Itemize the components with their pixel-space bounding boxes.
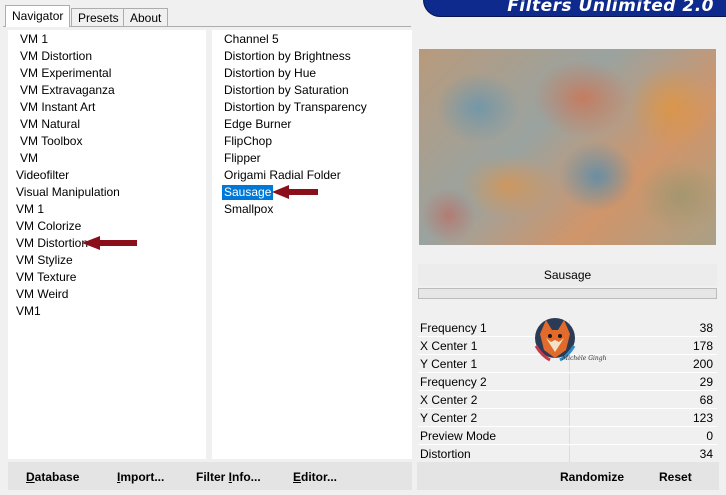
param-slider-tick xyxy=(569,410,570,426)
filter-item[interactable]: Distortion by Saturation xyxy=(222,83,351,98)
tab-about[interactable]: About xyxy=(123,8,169,26)
param-value: 38 xyxy=(699,321,713,335)
param-slider-tick xyxy=(569,374,570,390)
category-item[interactable]: VM Texture xyxy=(14,270,78,285)
category-item[interactable]: VM 1 xyxy=(18,32,50,47)
param-name: Y Center 1 xyxy=(420,357,478,371)
tab-navigator[interactable]: Navigator xyxy=(5,5,71,27)
param-slider-tick xyxy=(569,446,570,462)
category-item[interactable]: VM1 xyxy=(14,304,43,319)
logo-signature: Michèle Gingh xyxy=(562,355,607,362)
param-slider-tick xyxy=(569,428,570,444)
category-item[interactable]: VM Experimental xyxy=(18,66,113,81)
category-item[interactable]: VM Natural xyxy=(18,117,82,132)
param-name: Y Center 2 xyxy=(420,411,478,425)
param-value: 34 xyxy=(699,447,713,461)
param-row[interactable]: X Center 2 68 xyxy=(418,392,717,409)
database-button[interactable]: Database xyxy=(26,470,79,484)
category-item[interactable]: VM Colorize xyxy=(14,219,83,234)
param-value: 123 xyxy=(692,411,713,425)
progress-bar xyxy=(418,288,717,299)
param-name: X Center 2 xyxy=(420,393,478,407)
app-title: Filters Unlimited 2.0 xyxy=(507,0,714,16)
category-item[interactable]: VM Distortion xyxy=(14,236,90,251)
database-button-mnemonic: D xyxy=(26,470,35,484)
category-item[interactable]: Videofilter xyxy=(14,168,71,183)
import-button-label: mport... xyxy=(120,470,165,484)
filter-info-label-end: nfo... xyxy=(232,470,261,484)
param-value: 0 xyxy=(706,429,713,443)
param-value: 200 xyxy=(692,357,713,371)
category-item[interactable]: VM Extravaganza xyxy=(18,83,117,98)
param-value: 68 xyxy=(699,393,713,407)
annotation-arrow-icon xyxy=(82,236,137,250)
param-slider-tick xyxy=(569,392,570,408)
editor-button[interactable]: Editor... xyxy=(293,470,337,484)
param-value: 178 xyxy=(692,339,713,353)
tab-presets[interactable]: Presets xyxy=(71,8,126,26)
filter-item-selected[interactable]: Sausage xyxy=(222,185,274,200)
param-name: Frequency 2 xyxy=(420,375,487,389)
filter-item[interactable]: Distortion by Hue xyxy=(222,66,318,81)
filter-item[interactable]: Smallpox xyxy=(222,202,275,217)
title-banner: Filters Unlimited 2.0 xyxy=(424,0,726,16)
filter-item[interactable]: Channel 5 xyxy=(222,32,281,47)
category-item[interactable]: VM Stylize xyxy=(14,253,75,268)
param-name: X Center 1 xyxy=(420,339,478,353)
editor-button-label: ditor... xyxy=(301,470,338,484)
param-row[interactable]: Distortion 34 xyxy=(418,446,717,463)
category-item[interactable]: VM Toolbox xyxy=(18,134,84,149)
category-item[interactable]: VM Distortion xyxy=(18,49,94,64)
param-row[interactable]: Y Center 2 123 xyxy=(418,410,717,427)
category-item[interactable]: VM Instant Art xyxy=(18,100,97,115)
param-name: Distortion xyxy=(420,447,471,461)
filter-item[interactable]: FlipChop xyxy=(222,134,274,149)
filter-item[interactable]: Flipper xyxy=(222,151,263,166)
filter-item[interactable]: Edge Burner xyxy=(222,117,293,132)
import-button[interactable]: Import... xyxy=(117,470,164,484)
category-item[interactable]: VM 1 xyxy=(14,202,46,217)
param-value: 29 xyxy=(699,375,713,389)
category-item[interactable]: VM Weird xyxy=(14,287,70,302)
preview-image xyxy=(419,49,716,245)
filter-list[interactable]: Channel 5 Distortion by Brightness Distort… xyxy=(212,30,412,459)
preview-filter-name: Sausage xyxy=(418,264,717,286)
filter-info-button[interactable]: Filter Info... xyxy=(196,470,261,484)
category-item[interactable]: Visual Manipulation xyxy=(14,185,122,200)
param-name: Frequency 1 xyxy=(420,321,487,335)
database-button-label: atabase xyxy=(34,470,80,484)
editor-button-mnemonic: E xyxy=(293,470,302,484)
filter-item[interactable]: Distortion by Brightness xyxy=(222,49,353,64)
annotation-arrow-icon xyxy=(272,185,318,199)
reset-button[interactable]: Reset xyxy=(659,470,692,484)
category-item[interactable]: VM xyxy=(18,151,40,166)
randomize-button[interactable]: Randomize xyxy=(560,470,624,484)
param-row[interactable]: Preview Mode 0 xyxy=(418,428,717,445)
param-name: Preview Mode xyxy=(420,429,497,443)
filter-info-label-start: Filter xyxy=(196,470,229,484)
param-row[interactable]: Frequency 2 29 xyxy=(418,374,717,391)
filter-item[interactable]: Distortion by Transparency xyxy=(222,100,369,115)
filter-item[interactable]: Origami Radial Folder xyxy=(222,168,343,183)
